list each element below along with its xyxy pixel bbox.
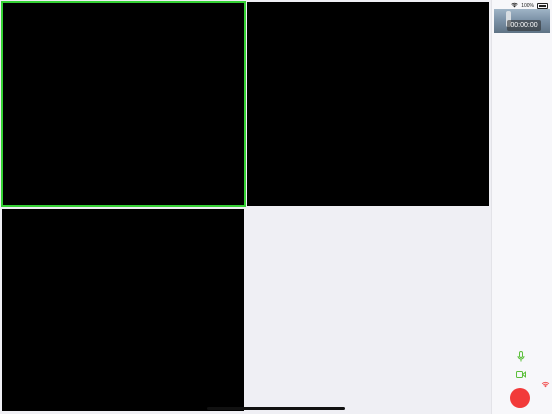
network-signal-indicator bbox=[540, 380, 551, 389]
video-call-screen: 100% 00:00:00 bbox=[0, 0, 552, 414]
video-tile-participant-2[interactable] bbox=[247, 2, 489, 206]
signal-icon bbox=[541, 381, 550, 388]
camera-button[interactable] bbox=[514, 368, 528, 380]
video-tile-participant-1-active[interactable] bbox=[1, 1, 246, 207]
video-tile-participant-3[interactable] bbox=[2, 209, 244, 411]
empty-grid-slot bbox=[245, 208, 490, 412]
microphone-icon bbox=[517, 350, 525, 361]
video-camera-icon bbox=[516, 370, 526, 378]
call-timer: 00:00:00 bbox=[507, 20, 541, 31]
microphone-button[interactable] bbox=[514, 350, 528, 362]
home-indicator[interactable] bbox=[207, 407, 345, 410]
record-button[interactable] bbox=[510, 388, 530, 408]
